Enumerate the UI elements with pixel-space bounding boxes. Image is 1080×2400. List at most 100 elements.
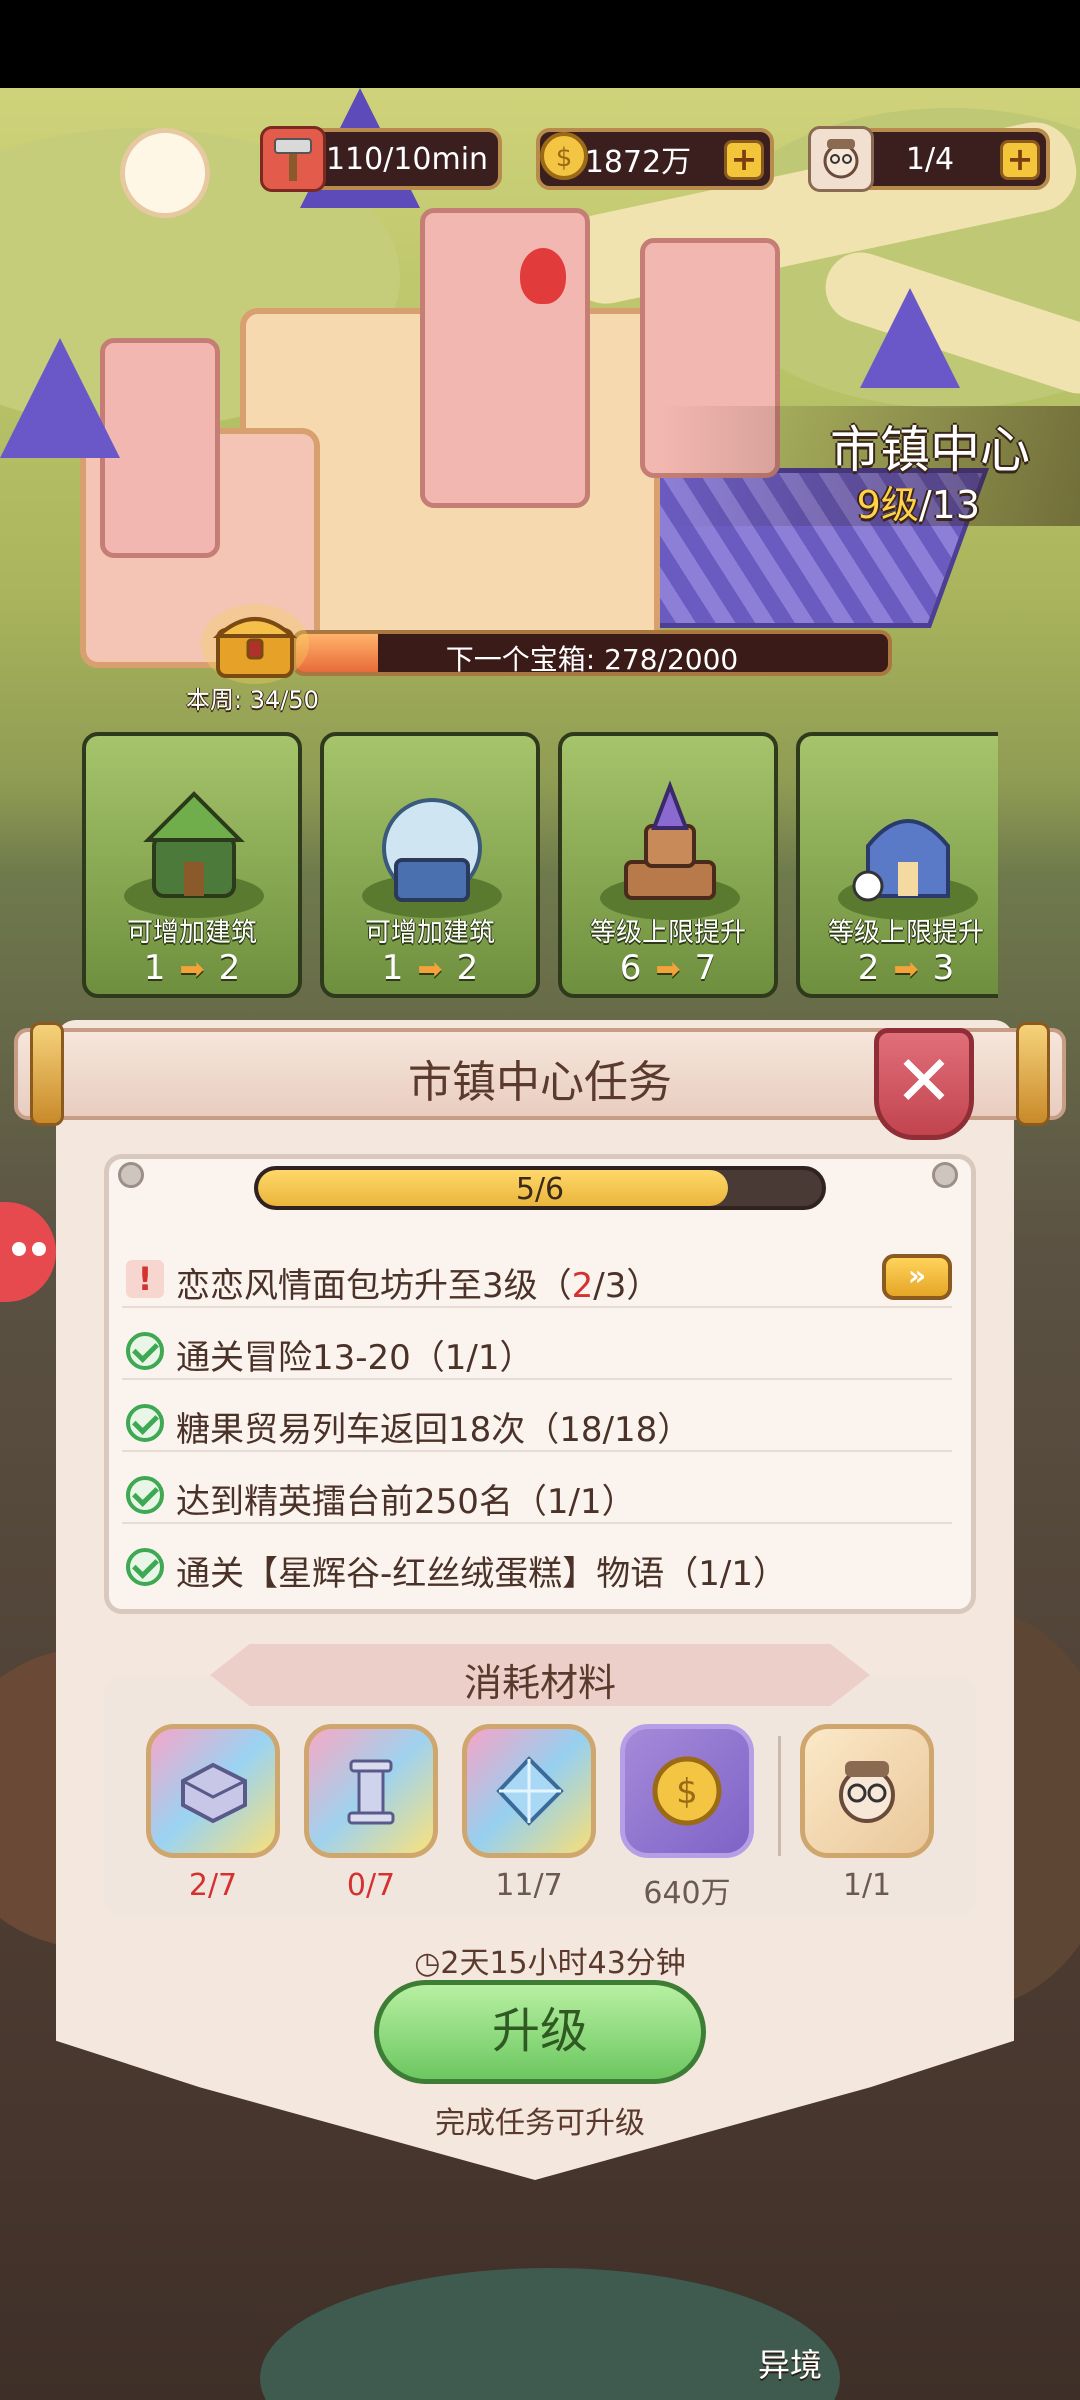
slab-icon [181, 1762, 247, 1824]
rivet [932, 1162, 958, 1188]
weekly-chest-count: 本周: 34/50 [186, 686, 319, 714]
building-icon [590, 776, 750, 926]
timer-value: 2天15小时43分钟 [440, 1946, 686, 1981]
purple-roof [0, 338, 120, 458]
upgrade-hint: 完成任务可升级 [435, 2106, 645, 2141]
purple-roof [860, 288, 960, 388]
chest-progress-bar: 下一个宝箱: 278/2000 [292, 630, 892, 676]
quest-item[interactable]: ! 恋恋风情面包坊升至3级（2/3） [122, 1248, 952, 1308]
building-level-max: /13 [918, 483, 980, 527]
quest-text: 糖果贸易列车返回18次（18/18） [176, 1410, 692, 1450]
cream-dome [120, 128, 210, 218]
material-slot[interactable]: $ [620, 1724, 754, 1858]
clock-icon: ◷ [414, 1946, 441, 1981]
card-change: 1 ➡ 2 [324, 948, 536, 988]
card-to: 7 [694, 948, 717, 988]
coin-icon: $ [652, 1756, 722, 1826]
upgrade-rewards-list[interactable]: 可增加建筑 1 ➡ 2 可增加建筑 1 ➡ 2 等级上限提升 6 ➡ 7 等级上限提升 2 ➡… [82, 732, 998, 1002]
quest-item: 通关冒险13-20（1/1） [122, 1320, 952, 1380]
card-to: 2 [456, 948, 479, 988]
card-from: 6 [619, 948, 642, 988]
upgrade-card[interactable]: 等级上限提升 6 ➡ 7 [558, 732, 778, 998]
rivet [118, 1162, 144, 1188]
scroll-rod-right [1016, 1022, 1050, 1126]
exclamation-icon: ! [126, 1260, 164, 1298]
castle-tower [420, 208, 590, 508]
material-count: 0/7 [346, 1868, 396, 1903]
worker-icon [839, 1761, 895, 1823]
card-change: 1 ➡ 2 [86, 948, 298, 988]
go-to-quest-button[interactable]: » [882, 1254, 952, 1300]
quest-text-end: /3） [593, 1266, 661, 1306]
stamina-counter[interactable]: 110/10min [260, 126, 502, 192]
building-level: 9级/13 [740, 474, 980, 529]
quest-progress-label: 5/6 [515, 1172, 565, 1207]
coin-counter[interactable]: $ 1872万 + [536, 128, 774, 190]
materials-divider [778, 1736, 781, 1856]
material-count: 2/7 [188, 1868, 238, 1903]
checkmark-icon [126, 1332, 164, 1370]
checkmark-icon [126, 1476, 164, 1514]
add-worker-button[interactable]: + [1000, 140, 1040, 180]
checkmark-icon [126, 1548, 164, 1586]
card-from: 1 [143, 948, 166, 988]
arrow-right-icon: ➡ [893, 952, 919, 987]
material-count: 1/1 [842, 1868, 892, 1903]
pillar-icon [347, 1759, 395, 1825]
building-icon [114, 776, 274, 926]
card-to: 2 [218, 948, 241, 988]
quest-item: 通关【星辉谷-红丝绒蛋糕】物语（1/1） [122, 1536, 952, 1596]
materials-title: 消耗材料 [463, 1661, 616, 1705]
card-change: 2 ➡ 3 [800, 948, 998, 988]
building-level-current: 9级 [856, 483, 919, 527]
arrow-right-icon: ➡ [417, 952, 443, 987]
card-change: 6 ➡ 7 [562, 948, 774, 988]
panel-title: 市镇中心任务 [408, 1057, 672, 1108]
quest-text: 通关冒险13-20（1/1） [176, 1338, 534, 1378]
building-icon [352, 776, 512, 926]
material-slot[interactable] [462, 1724, 596, 1858]
quest-item: 达到精英擂台前250名（1/1） [122, 1464, 952, 1524]
crystal-icon [496, 1756, 564, 1826]
quest-text: 通关【星辉谷-红丝绒蛋糕】物语（1/1） [176, 1554, 787, 1594]
quest-progress-bar: 5/6 [254, 1166, 826, 1210]
card-to: 3 [932, 948, 955, 988]
building-name: 市镇中心 [830, 421, 1030, 479]
map-area-label[interactable]: 异境 [740, 2340, 840, 2386]
card-caption: 可增加建筑 [364, 918, 495, 948]
material-count: 640万 [643, 1876, 731, 1911]
scroll-rod-left [30, 1022, 64, 1126]
upgrade-card[interactable]: 可增加建筑 1 ➡ 2 [320, 732, 540, 998]
quest-text: 达到精英擂台前250名（1/1） [176, 1482, 636, 1522]
card-from: 1 [381, 948, 404, 988]
arrow-right-icon: ➡ [179, 952, 205, 987]
upgrade-button[interactable]: 升级 [374, 1980, 706, 2084]
upgrade-card[interactable]: 等级上限提升 2 ➡ 3 [796, 732, 998, 998]
material-slot[interactable] [800, 1724, 934, 1858]
stamina-value: 110/10min [325, 141, 489, 177]
card-from: 2 [857, 948, 880, 988]
quest-text-main: 恋恋风情面包坊升至3级（ [176, 1266, 572, 1306]
material-slot[interactable] [146, 1724, 280, 1858]
close-button[interactable]: ✕ [874, 1028, 974, 1140]
card-caption: 等级上限提升 [589, 918, 746, 948]
face-eye [12, 1242, 26, 1256]
material-slot[interactable] [304, 1724, 438, 1858]
card-caption: 等级上限提升 [827, 918, 984, 948]
worker-counter[interactable]: 1/4 + [808, 126, 1050, 192]
strawberry-decoration [520, 248, 566, 304]
material-count: 11/7 [495, 1868, 563, 1903]
quest-progress-current: 2 [571, 1266, 594, 1306]
arrow-right-icon: ➡ [655, 952, 681, 987]
upgrade-timer: ◷2天15小时43分钟 [390, 1938, 710, 1982]
chest-progress-label: 下一个宝箱: 278/2000 [445, 643, 739, 676]
face-eye [32, 1242, 46, 1256]
add-coins-button[interactable]: + [724, 140, 764, 180]
quest-text: 恋恋风情面包坊升至3级（2/3） [176, 1258, 660, 1307]
building-icon [828, 776, 988, 926]
quest-item: 糖果贸易列车返回18次（18/18） [122, 1392, 952, 1452]
upgrade-card[interactable]: 可增加建筑 1 ➡ 2 [82, 732, 302, 998]
svg-text:$: $ [676, 1772, 698, 1812]
treasure-chest-icon[interactable] [200, 596, 310, 686]
status-bar [0, 0, 1080, 88]
